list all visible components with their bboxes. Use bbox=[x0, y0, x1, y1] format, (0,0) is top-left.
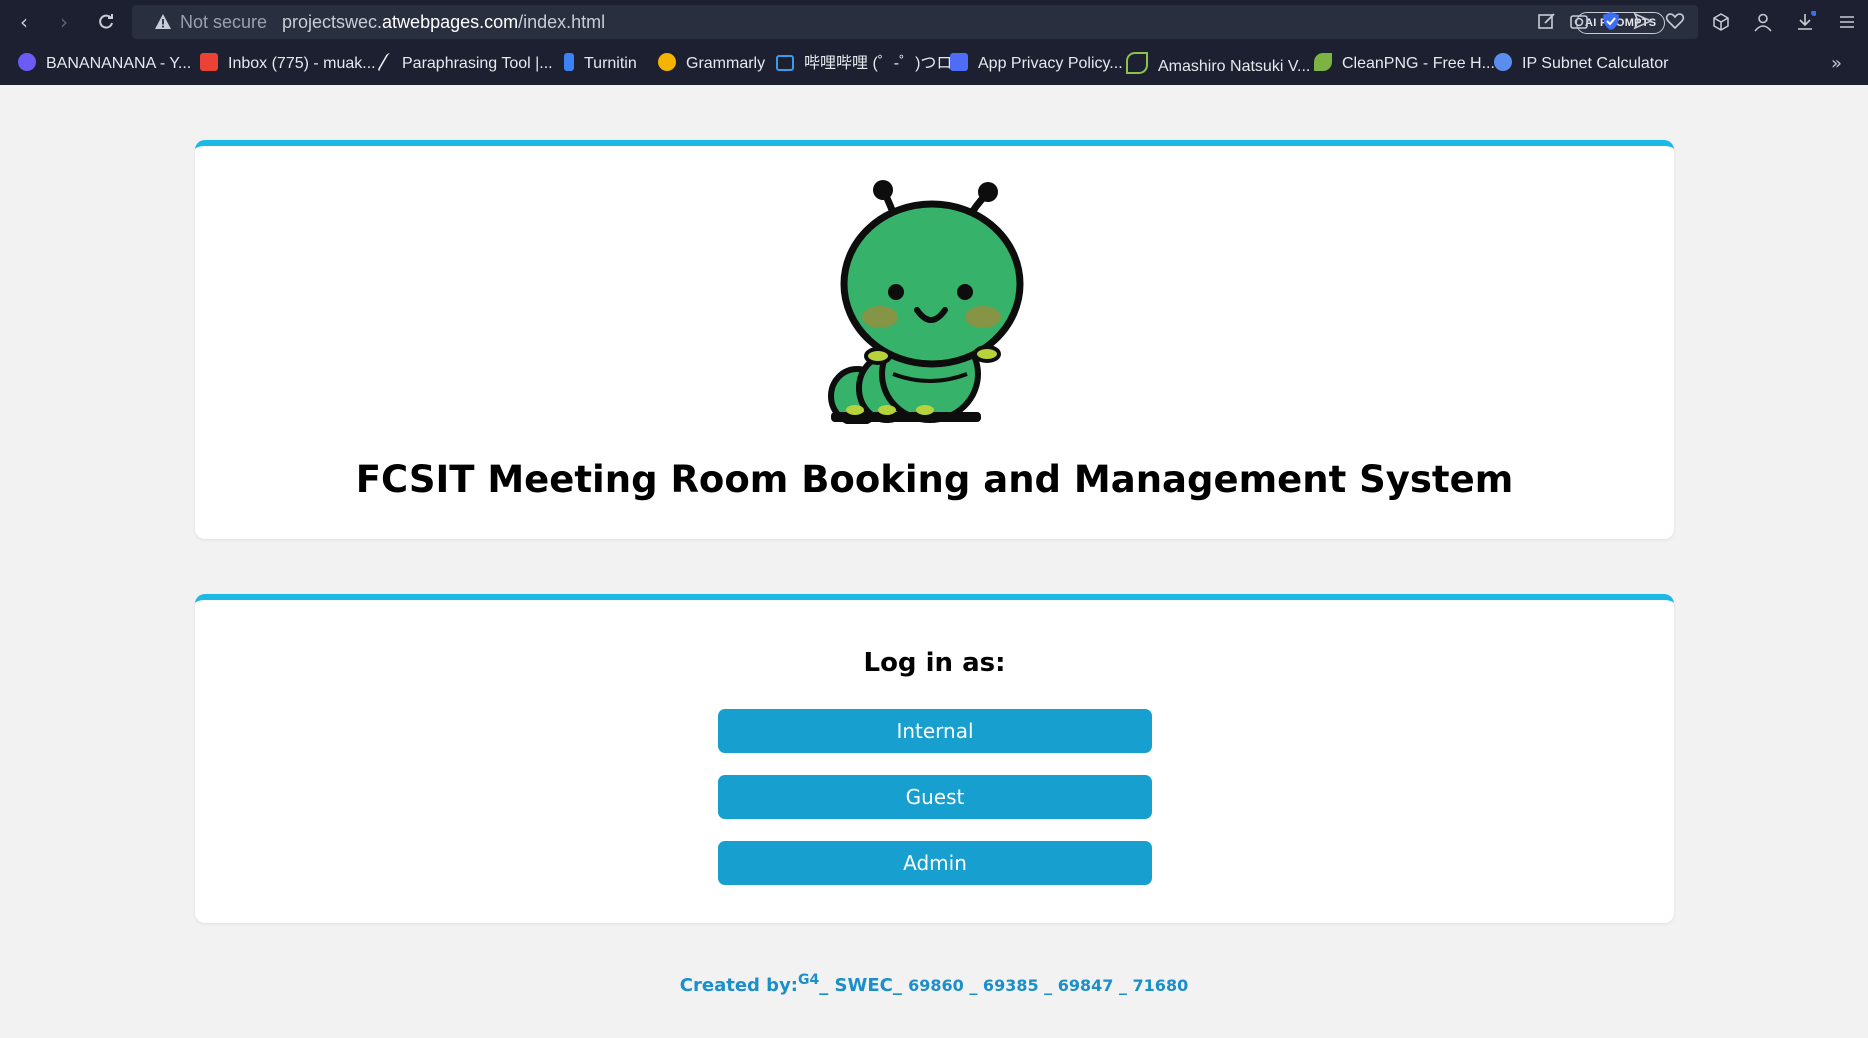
security-label[interactable]: Not secure bbox=[180, 12, 267, 33]
reload-icon bbox=[99, 14, 113, 29]
heart-icon[interactable] bbox=[1664, 10, 1686, 32]
admin-login-button[interactable]: Admin bbox=[718, 841, 1152, 885]
edit-icon[interactable] bbox=[1536, 10, 1558, 32]
caterpillar-mascot-icon bbox=[828, 180, 1024, 424]
bookmark-amashiro-natsuki[interactable]: Amashiro Natsuki V... bbox=[1126, 52, 1310, 76]
url-path: /index.html bbox=[518, 12, 606, 32]
bookmark-app-privacy-policy[interactable]: App Privacy Policy... bbox=[950, 52, 1123, 76]
back-button[interactable]: ‹ bbox=[12, 10, 36, 34]
bookmark-grammarly[interactable]: Grammarly bbox=[658, 52, 765, 76]
vpn-shield-icon[interactable] bbox=[1600, 10, 1622, 32]
leaf-icon bbox=[1314, 53, 1332, 71]
grammarly-icon bbox=[658, 53, 676, 71]
footer-team: _ SWEC_ bbox=[819, 975, 902, 996]
quill-icon bbox=[376, 53, 398, 71]
browser-chrome: ‹ › Not secure projectswec.atwebpages.co… bbox=[0, 0, 1868, 85]
bookmark-ip-subnet-calculator[interactable]: IP Subnet Calculator bbox=[1494, 52, 1668, 76]
address-bar[interactable]: Not secure projectswec.atwebpages.com/in… bbox=[132, 5, 1698, 39]
bookmark-bananananana[interactable]: BANANANANA - Y... bbox=[18, 52, 191, 76]
login-card: Log in as: Internal Guest Admin bbox=[195, 594, 1674, 923]
bookmark-inbox[interactable]: Inbox (775) - muak... bbox=[200, 52, 376, 76]
header-card: FCSIT Meeting Room Booking and Managemen… bbox=[195, 140, 1674, 539]
bookmark-turnitin[interactable]: Turnitin bbox=[564, 52, 637, 76]
reload-button[interactable] bbox=[94, 10, 118, 34]
bookmark-label: App Privacy Policy... bbox=[978, 55, 1123, 72]
login-heading: Log in as: bbox=[863, 648, 1006, 678]
leaf-outline-icon bbox=[1126, 52, 1148, 74]
bookmark-label: IP Subnet Calculator bbox=[1522, 55, 1669, 72]
footer-student-ids: 69860 _ 69385 _ 69847 _ 71680 bbox=[908, 976, 1189, 995]
turnitin-icon bbox=[564, 53, 574, 71]
send-icon[interactable] bbox=[1632, 10, 1654, 32]
gmail-icon bbox=[200, 53, 218, 71]
globe-icon bbox=[1494, 53, 1512, 71]
c-circle-icon bbox=[18, 53, 36, 71]
footer-group: G4 bbox=[798, 972, 820, 988]
bookmark-cleanpng[interactable]: CleanPNG - Free H... bbox=[1314, 52, 1495, 76]
menu-icon[interactable] bbox=[1836, 11, 1858, 33]
browser-toolbar: ‹ › Not secure projectswec.atwebpages.co… bbox=[0, 0, 1868, 44]
camera-icon[interactable] bbox=[1568, 10, 1590, 32]
download-icon[interactable] bbox=[1794, 11, 1816, 33]
bookmark-bilibili[interactable]: 哔哩哔哩 (゜-゜)つロ... bbox=[776, 52, 966, 76]
bookmark-label: BANANANANA - Y... bbox=[46, 55, 192, 72]
profile-icon[interactable] bbox=[1752, 11, 1774, 33]
footer-created-by: Created by: bbox=[679, 975, 799, 996]
bookmark-label: 哔哩哔哩 (゜-゜)つロ... bbox=[804, 55, 966, 72]
bookmarks-overflow-icon[interactable]: » bbox=[1831, 53, 1842, 74]
page-title: FCSIT Meeting Room Booking and Managemen… bbox=[355, 458, 1514, 501]
forward-button[interactable]: › bbox=[52, 10, 76, 34]
footer-credits: Created by:G4_ SWEC_ 69860 _ 69385 _ 698… bbox=[0, 972, 1868, 996]
cube-icon[interactable] bbox=[1710, 11, 1732, 33]
warning-icon bbox=[155, 14, 171, 29]
bookmark-label: Grammarly bbox=[686, 55, 766, 72]
bookmarks-bar: BANANANANA - Y... Inbox (775) - muak... … bbox=[0, 44, 1868, 85]
internal-login-button[interactable]: Internal bbox=[718, 709, 1152, 753]
bookmark-label: Paraphrasing Tool |... bbox=[402, 55, 553, 72]
url-prefix: projectswec. bbox=[282, 12, 383, 32]
bookmark-paraphrasing-tool[interactable]: Paraphrasing Tool |... bbox=[376, 52, 553, 76]
bookmark-label: Inbox (775) - muak... bbox=[228, 55, 376, 72]
bookmark-label: Turnitin bbox=[584, 55, 637, 72]
bookmark-label: CleanPNG - Free H... bbox=[1342, 55, 1495, 72]
guest-login-button[interactable]: Guest bbox=[718, 775, 1152, 819]
shield-u-icon bbox=[950, 53, 968, 71]
bookmark-label: Amashiro Natsuki V... bbox=[1158, 58, 1311, 75]
bilibili-icon bbox=[776, 55, 794, 71]
url-domain: atwebpages.com bbox=[382, 12, 519, 32]
url-text[interactable]: projectswec.atwebpages.com/index.html bbox=[282, 12, 605, 33]
